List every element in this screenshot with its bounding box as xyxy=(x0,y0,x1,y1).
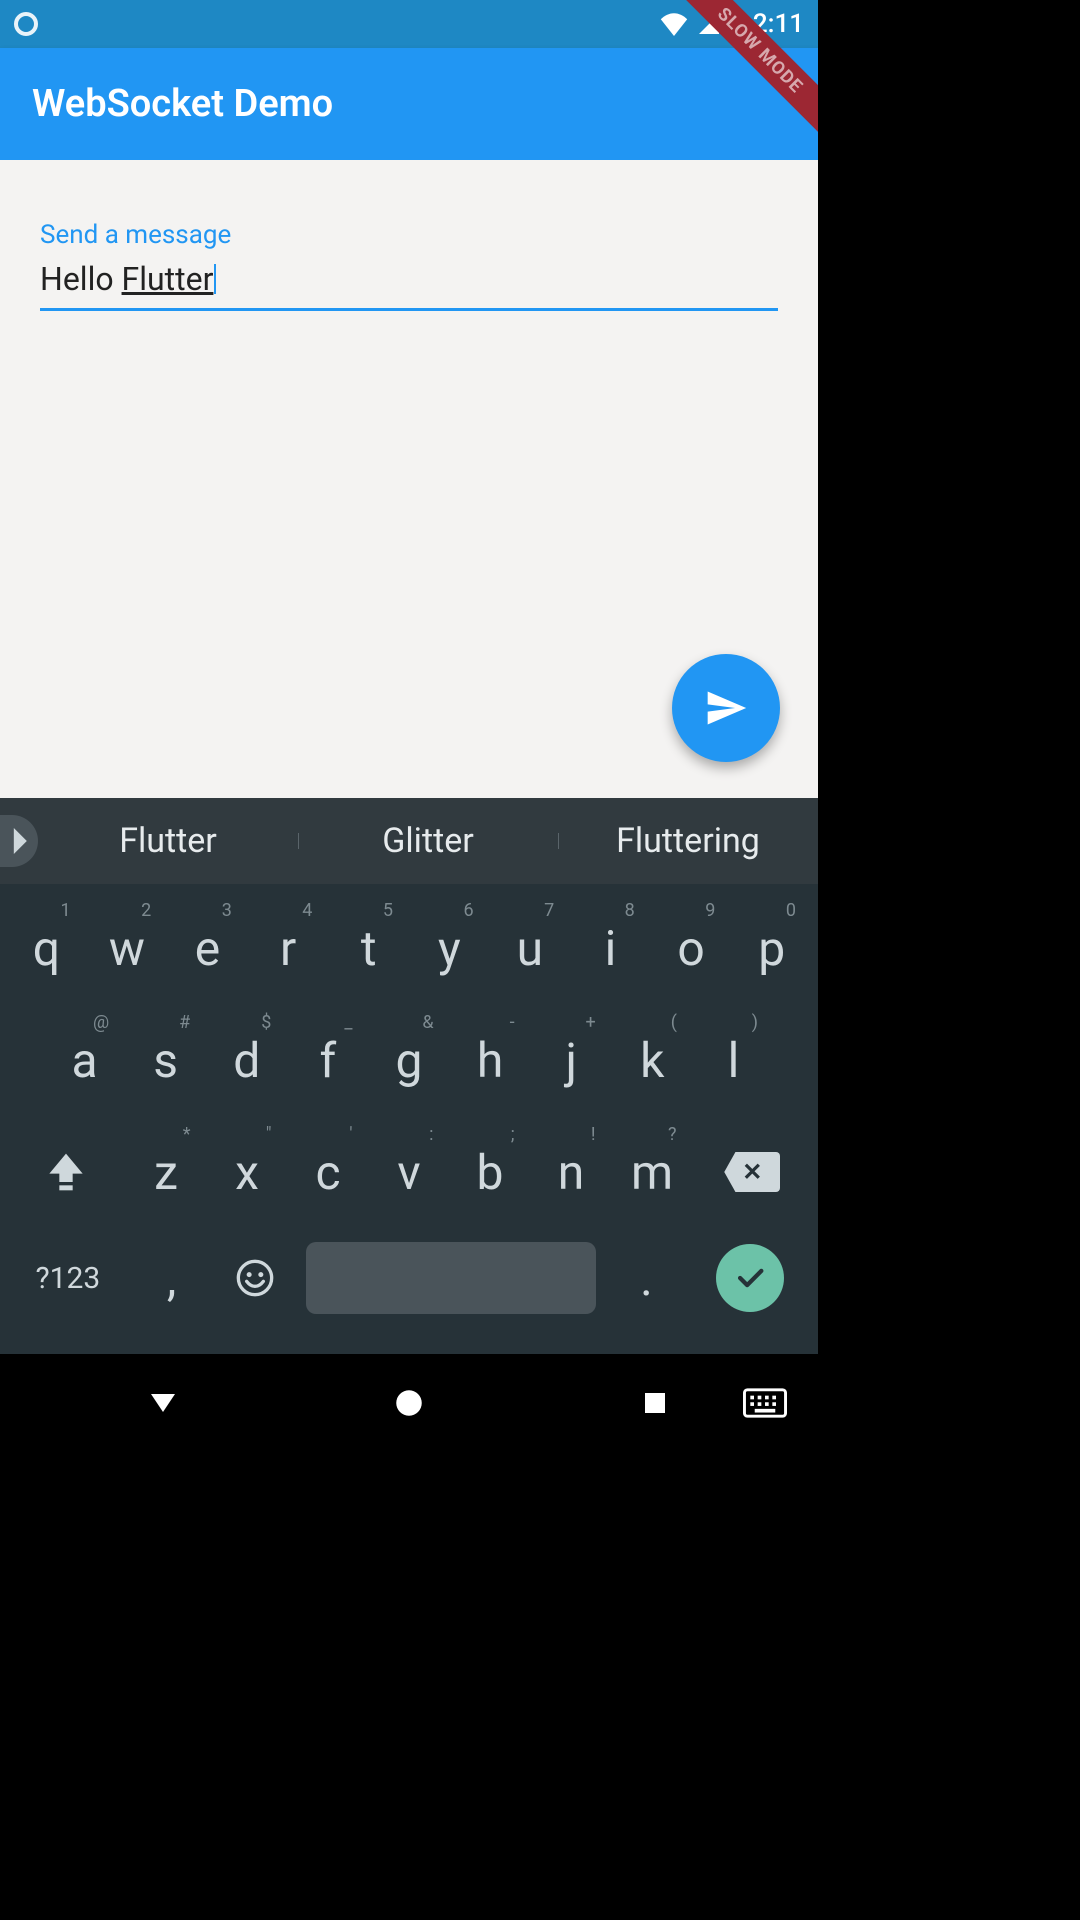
content-area: Send a message Hello Flutter xyxy=(0,160,818,798)
key-hint: " xyxy=(266,1124,272,1145)
key-hint: 5 xyxy=(383,900,393,921)
nav-home-button[interactable] xyxy=(386,1380,432,1426)
key-y[interactable]: y6 xyxy=(411,894,488,1002)
key-hint: ' xyxy=(349,1124,352,1145)
square-icon xyxy=(640,1388,670,1418)
message-field-label: Send a message xyxy=(40,220,778,250)
status-clock: 2:11 xyxy=(753,9,804,39)
key-d[interactable]: d$ xyxy=(208,1006,285,1114)
key-m[interactable]: m? xyxy=(614,1118,691,1226)
key-hint: * xyxy=(183,1124,191,1145)
key-z[interactable]: z* xyxy=(128,1118,205,1226)
key-c[interactable]: c' xyxy=(290,1118,367,1226)
down-triangle-icon xyxy=(145,1385,181,1421)
key-u[interactable]: u7 xyxy=(492,894,569,1002)
wifi-icon xyxy=(659,12,689,36)
system-nav-bar xyxy=(0,1354,818,1452)
status-app-indicator-icon xyxy=(14,12,38,36)
key-hint: _ xyxy=(344,1012,352,1033)
send-fab[interactable] xyxy=(672,654,780,762)
key-b[interactable]: b; xyxy=(452,1118,529,1226)
app-bar: WebSocket Demo xyxy=(0,48,818,160)
key-s[interactable]: s# xyxy=(127,1006,204,1114)
emoji-icon xyxy=(235,1258,275,1298)
key-hint: 7 xyxy=(544,900,554,921)
suggestion-expand-button[interactable] xyxy=(0,815,38,867)
status-bar: 2:11 xyxy=(0,0,818,48)
send-icon xyxy=(704,686,748,730)
backspace-icon: ✕ xyxy=(724,1152,780,1192)
key-hint: & xyxy=(422,1012,433,1033)
message-input-text-plain: Hello xyxy=(40,260,122,298)
cell-signal-icon xyxy=(697,12,721,36)
circle-icon xyxy=(392,1386,426,1420)
key-hint: 0 xyxy=(786,900,796,921)
key-enter[interactable] xyxy=(690,1230,810,1326)
key-shift[interactable] xyxy=(8,1118,124,1226)
suggestion-item-1[interactable]: Glitter xyxy=(298,821,558,861)
key-n[interactable]: n! xyxy=(533,1118,610,1226)
key-x[interactable]: x" xyxy=(209,1118,286,1226)
key-w[interactable]: w2 xyxy=(89,894,166,1002)
spacebar-icon xyxy=(306,1242,596,1314)
key-hint: 6 xyxy=(463,900,473,921)
key-g[interactable]: g& xyxy=(370,1006,447,1114)
key-a[interactable]: a@ xyxy=(46,1006,123,1114)
key-space[interactable] xyxy=(299,1230,602,1326)
nav-recent-button[interactable] xyxy=(632,1380,678,1426)
suggestion-item-2[interactable]: Fluttering xyxy=(558,821,818,861)
suggestion-bar: Flutter Glitter Fluttering xyxy=(0,798,818,884)
app-title: WebSocket Demo xyxy=(32,82,333,126)
key-hint: 2 xyxy=(141,900,151,921)
keyboard-icon xyxy=(743,1387,787,1419)
key-hint: + xyxy=(586,1012,596,1033)
key-t[interactable]: t5 xyxy=(330,894,407,1002)
key-q[interactable]: q1 xyxy=(8,894,85,1002)
key-hint: 9 xyxy=(705,900,715,921)
key-hint: # xyxy=(179,1012,190,1033)
key-v[interactable]: v: xyxy=(371,1118,448,1226)
key-hint: @ xyxy=(93,1012,109,1033)
key-l[interactable]: l) xyxy=(695,1006,772,1114)
key-hint: ; xyxy=(511,1124,515,1145)
key-hint: 8 xyxy=(625,900,635,921)
key-e[interactable]: e3 xyxy=(169,894,246,1002)
key-j[interactable]: j+ xyxy=(533,1006,610,1114)
key-hint: - xyxy=(510,1012,515,1033)
soft-keyboard: Flutter Glitter Fluttering q1w2e3r4t5y6u… xyxy=(0,798,818,1354)
key-p[interactable]: p0 xyxy=(733,894,810,1002)
key-k[interactable]: k( xyxy=(614,1006,691,1114)
shift-icon xyxy=(46,1150,86,1194)
text-cursor-icon xyxy=(214,264,216,294)
key-hint: ! xyxy=(591,1124,596,1145)
key-hint: $ xyxy=(261,1012,271,1033)
key-emoji[interactable] xyxy=(215,1230,295,1326)
nav-back-button[interactable] xyxy=(140,1380,186,1426)
enter-check-icon xyxy=(716,1244,784,1312)
nav-keyboard-switch-button[interactable] xyxy=(742,1380,788,1426)
chevron-right-icon xyxy=(10,828,28,854)
key-hint: : xyxy=(429,1124,433,1145)
key-hint: ( xyxy=(671,1012,677,1033)
key-i[interactable]: i8 xyxy=(572,894,649,1002)
key-hint: ) xyxy=(752,1012,758,1033)
key-o[interactable]: o9 xyxy=(653,894,730,1002)
key-hint: 1 xyxy=(61,900,71,921)
key-hint: 4 xyxy=(302,900,312,921)
key-hint: 3 xyxy=(222,900,232,921)
key-backspace[interactable]: ✕ xyxy=(695,1118,811,1226)
key-comma[interactable]: , xyxy=(132,1230,212,1326)
key-period[interactable]: . xyxy=(607,1230,687,1326)
message-input-text-composing: Flutter xyxy=(122,260,214,298)
key-symbols[interactable]: ?123 xyxy=(8,1230,128,1326)
battery-charging-icon xyxy=(729,11,745,37)
key-h[interactable]: h- xyxy=(452,1006,529,1114)
key-f[interactable]: f_ xyxy=(289,1006,366,1114)
key-hint: ? xyxy=(668,1124,677,1145)
suggestion-item-0[interactable]: Flutter xyxy=(38,821,298,861)
message-input[interactable]: Hello Flutter xyxy=(40,256,778,311)
key-r[interactable]: r4 xyxy=(250,894,327,1002)
